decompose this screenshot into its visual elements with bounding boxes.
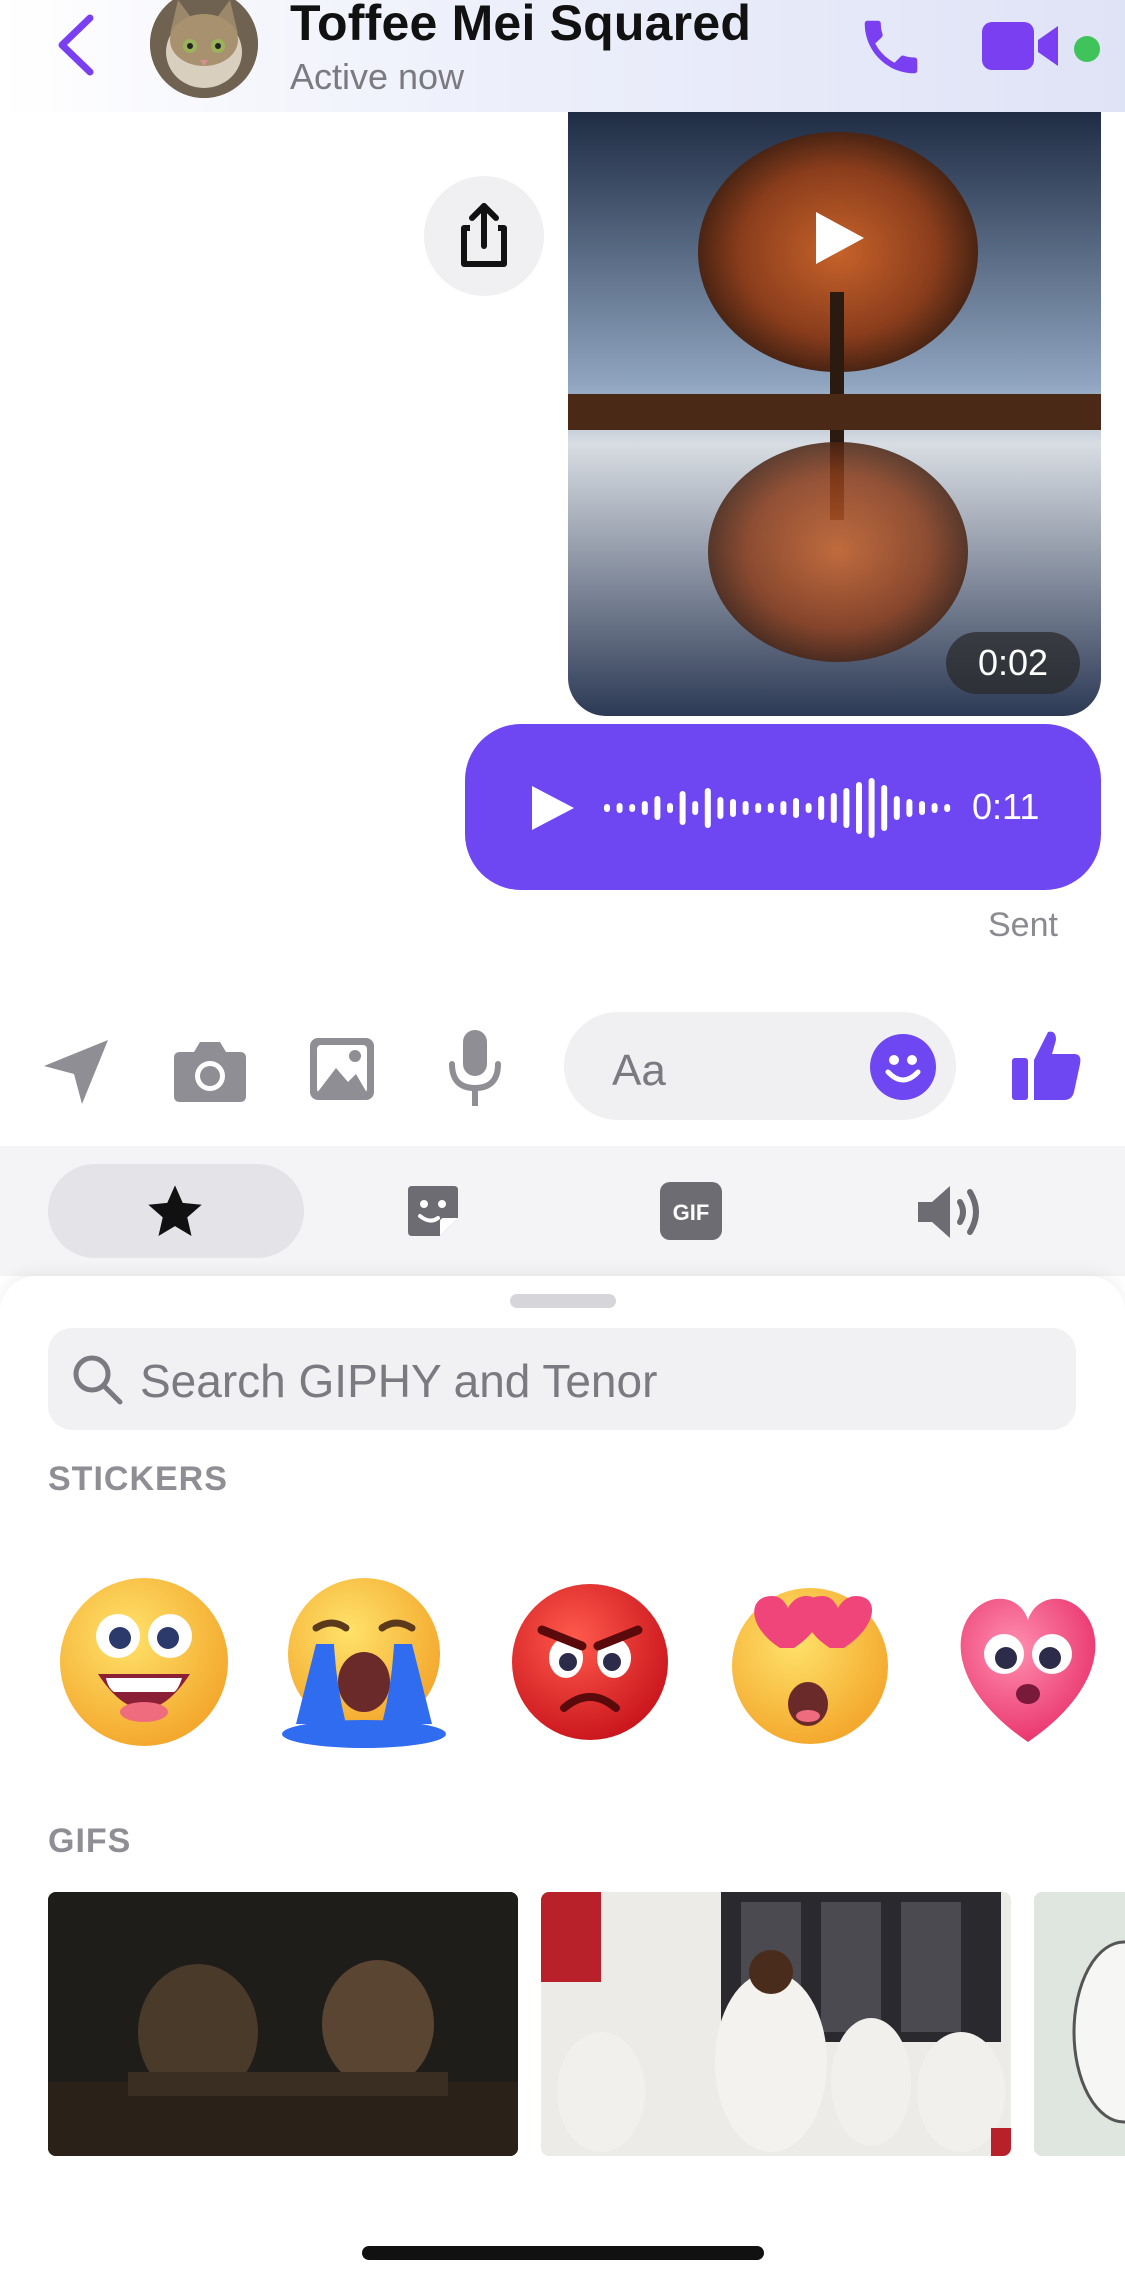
- waveform-bar: [780, 801, 787, 815]
- happy-face-sticker[interactable]: [56, 1574, 232, 1750]
- share-icon: [461, 203, 507, 267]
- voice-duration: 0:11: [972, 786, 1040, 827]
- svg-text:GIF: GIF: [673, 1200, 710, 1225]
- waveform-bar: [906, 799, 913, 817]
- waveform-bar: [717, 797, 724, 819]
- video-duration: 0:02: [946, 632, 1080, 694]
- waveform-bar: [667, 803, 673, 813]
- gif-icon: GIF: [660, 1182, 722, 1240]
- waveform-bar: [692, 801, 699, 815]
- waveform-bar: [654, 796, 661, 820]
- voice-call-button[interactable]: [856, 12, 926, 82]
- microphone-button[interactable]: [446, 1028, 504, 1110]
- sheet-drag-handle[interactable]: [510, 1294, 616, 1308]
- home-indicator: [362, 2246, 764, 2260]
- heart-eyes-sticker[interactable]: [724, 1574, 900, 1750]
- search-icon: [70, 1352, 124, 1406]
- thumbs-up-button[interactable]: [1010, 1026, 1084, 1102]
- video-call-button[interactable]: [980, 18, 1060, 74]
- smiley-icon: [885, 1055, 921, 1083]
- tree-reflection-thumbnail: [568, 112, 1101, 716]
- waveform-bar: [704, 788, 711, 828]
- waveform-bar: [881, 785, 888, 831]
- microphone-icon: [449, 1030, 501, 1106]
- send-location-icon: [44, 1040, 108, 1104]
- waveform-bar: [755, 803, 762, 813]
- tab-sounds[interactable]: [914, 1180, 986, 1249]
- waveform-bar: [818, 796, 825, 820]
- waveform-bar: [868, 778, 875, 838]
- gif-basketball-team[interactable]: [541, 1892, 1011, 2156]
- contact-name[interactable]: Toffee Mei Squared: [290, 0, 751, 52]
- video-message[interactable]: [568, 112, 1101, 716]
- gif-partial[interactable]: [1034, 1892, 1125, 2156]
- waveform-bar: [805, 803, 812, 813]
- video-play-icon[interactable]: [808, 208, 868, 268]
- waveform-bar: [604, 804, 610, 812]
- waveform-bar: [641, 801, 648, 815]
- voice-play-icon[interactable]: [526, 782, 578, 834]
- waveform-bar: [742, 801, 749, 815]
- online-indicator: [1074, 36, 1100, 62]
- active-status: Active now: [290, 56, 465, 97]
- stickers-section-title: STICKERS: [48, 1460, 228, 1498]
- waveform-bar: [843, 788, 850, 828]
- waveform-bar: [629, 804, 636, 812]
- share-button[interactable]: [424, 176, 544, 296]
- gallery-button[interactable]: [306, 1034, 378, 1104]
- waveform-bar: [919, 801, 925, 815]
- send-location-button[interactable]: [40, 1036, 112, 1108]
- crying-face-sticker[interactable]: [276, 1574, 452, 1750]
- waveform: [600, 770, 960, 846]
- waveform-bar: [793, 798, 799, 818]
- message-status: Sent: [988, 906, 1058, 944]
- speaker-icon: [918, 1186, 979, 1238]
- waveform-bar: [856, 782, 862, 834]
- waveform-bar: [730, 799, 736, 817]
- camera-icon: [174, 1042, 246, 1102]
- waveform-bar: [893, 796, 900, 820]
- waveform-bar: [931, 803, 938, 813]
- angry-face-sticker[interactable]: [502, 1574, 678, 1750]
- waveform-bar: [679, 791, 686, 825]
- sticker-icon: [408, 1186, 458, 1236]
- gif-forest-men[interactable]: [48, 1892, 518, 2156]
- emoji-button[interactable]: [870, 1034, 936, 1100]
- camera-button[interactable]: [170, 1036, 250, 1106]
- back-button[interactable]: [52, 14, 102, 76]
- tab-gifs[interactable]: GIF: [658, 1180, 724, 1247]
- waveform-bar: [616, 803, 623, 813]
- tab-stickers[interactable]: [404, 1182, 462, 1245]
- waveform-bar: [830, 793, 837, 823]
- message-placeholder[interactable]: Aa: [612, 1046, 666, 1096]
- heart-face-sticker[interactable]: [948, 1574, 1124, 1750]
- gifs-section-title: GIFS: [48, 1822, 132, 1860]
- thumbs-up-icon: [1012, 1031, 1081, 1100]
- waveform-bar: [944, 804, 951, 812]
- search-input[interactable]: Search GIPHY and Tenor: [140, 1354, 657, 1408]
- chevron-left-icon: [58, 14, 94, 76]
- star-icon[interactable]: [142, 1180, 208, 1249]
- phone-icon: [864, 20, 918, 74]
- waveform-bar: [767, 803, 774, 813]
- gallery-icon: [310, 1038, 374, 1100]
- video-camera-icon: [982, 22, 1058, 70]
